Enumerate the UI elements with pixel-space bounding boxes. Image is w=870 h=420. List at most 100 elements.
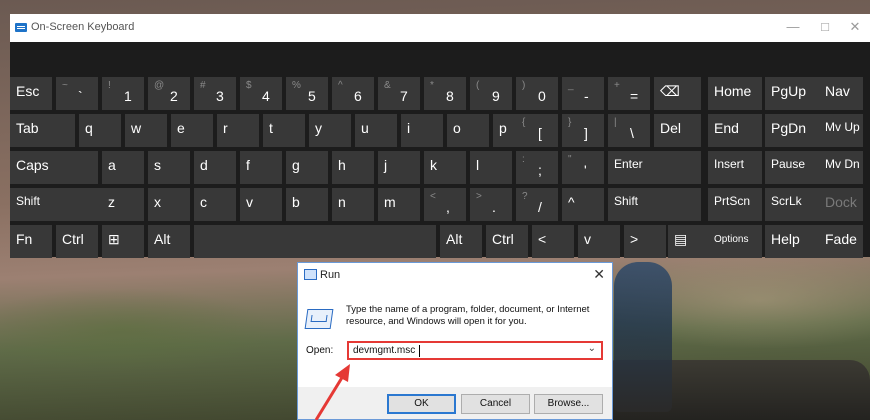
key-prtscn[interactable]: PrtScn <box>708 188 762 221</box>
key-end[interactable]: End <box>708 114 762 147</box>
key-k[interactable]: k <box>424 151 466 184</box>
key-label: Pause <box>771 157 806 171</box>
key-insert[interactable]: Insert <box>708 151 762 184</box>
key-label: 7 <box>400 88 408 104</box>
chevron-down-icon[interactable]: ⌄ <box>588 343 596 354</box>
key-ctrl[interactable]: Ctrl <box>486 225 528 258</box>
key-m[interactable]: m <box>378 188 420 221</box>
key-scrlk[interactable]: ScrLk <box>765 188 819 221</box>
key-4[interactable]: $4 <box>240 77 282 110</box>
key-v[interactable]: v <box>240 188 282 221</box>
key-sym3-11[interactable]: ^ <box>562 188 604 221</box>
key-r[interactable]: r <box>217 114 259 147</box>
run-description: Type the name of a program, folder, docu… <box>346 304 590 327</box>
key-u[interactable]: u <box>355 114 397 147</box>
key-o[interactable]: o <box>447 114 489 147</box>
key-label: End <box>714 120 739 136</box>
key-fade[interactable]: Fade <box>819 225 863 258</box>
key-8[interactable]: * 8 <box>424 77 466 110</box>
key-options[interactable]: Options <box>708 225 762 258</box>
key-sym0-12[interactable]: _ - <box>562 77 604 110</box>
ok-button[interactable]: OK <box>387 394 456 414</box>
key-3[interactable]: #3 <box>194 77 236 110</box>
key-del[interactable]: Del <box>654 114 701 147</box>
key-sym1-11[interactable]: {[ <box>516 114 558 147</box>
key-g[interactable]: g <box>286 151 328 184</box>
key-pgup[interactable]: PgUp <box>765 77 819 110</box>
key-sym4-7[interactable]: < <box>532 225 574 258</box>
key-q[interactable]: q <box>79 114 121 147</box>
key-i[interactable]: i <box>401 114 443 147</box>
key-sym4-9[interactable]: > <box>624 225 666 258</box>
key-0[interactable]: ) 0 <box>516 77 558 110</box>
key-ctrl[interactable]: Ctrl <box>56 225 98 258</box>
key-sym3-10[interactable]: ? / <box>516 188 558 221</box>
key-b[interactable]: b <box>286 188 328 221</box>
key-shift-label: * <box>430 80 434 91</box>
key-f[interactable]: f <box>240 151 282 184</box>
key-label: g <box>292 157 300 173</box>
key-s[interactable]: s <box>148 151 190 184</box>
key-sym1-12[interactable]: }] <box>562 114 604 147</box>
key-label: d <box>200 157 208 173</box>
key-help[interactable]: Help <box>765 225 819 258</box>
key-label: e <box>177 120 185 136</box>
key-nav[interactable]: Nav <box>819 77 863 110</box>
run-dialog: Run ✕ Type the name of a program, folder… <box>297 262 613 420</box>
key-esc[interactable]: Esc <box>10 77 52 110</box>
key-pgdn[interactable]: PgDn <box>765 114 819 147</box>
key-enter[interactable]: Enter <box>608 151 701 184</box>
key-h[interactable]: h <box>332 151 374 184</box>
key-sym0-13[interactable]: + = <box>608 77 650 110</box>
key-w[interactable]: w <box>125 114 167 147</box>
key-e[interactable]: e <box>171 114 213 147</box>
key-dock[interactable]: Dock <box>819 188 863 221</box>
key-label: x <box>154 194 161 210</box>
key-sym3-8[interactable]: <, <box>424 188 466 221</box>
key-tab[interactable]: Tab <box>10 114 75 147</box>
key-space[interactable] <box>194 225 436 258</box>
key-z[interactable]: z <box>102 188 144 221</box>
key-sym0-1[interactable]: ~ ` <box>56 77 98 110</box>
key-sym3-9[interactable]: >. <box>470 188 512 221</box>
close-button[interactable]: ✕ <box>841 18 869 36</box>
key-pause[interactable]: Pause <box>765 151 819 184</box>
key-j[interactable]: j <box>378 151 420 184</box>
key-t[interactable]: t <box>263 114 305 147</box>
key-sym2-10[interactable]: :; <box>516 151 558 184</box>
key-d[interactable]: d <box>194 151 236 184</box>
cancel-button[interactable]: Cancel <box>461 394 530 414</box>
key-shift[interactable]: Shift <box>608 188 701 221</box>
key-mvdn[interactable]: Mv Dn <box>819 151 863 184</box>
key-alt[interactable]: Alt <box>440 225 482 258</box>
key-c[interactable]: c <box>194 188 236 221</box>
key-n[interactable]: n <box>332 188 374 221</box>
key-v[interactable]: v <box>578 225 620 258</box>
key-sym4-2[interactable]: ⊞ <box>102 225 144 258</box>
key-l[interactable]: l <box>470 151 512 184</box>
run-close-button[interactable]: ✕ <box>593 266 605 283</box>
key-2[interactable]: @2 <box>148 77 190 110</box>
keyboard-keys: Esc ~ `! 1 @2 #3 $4% 5 ^ 6 & 7 * 8(9) 0 _ - + = ⌫ Home PgUp Na… <box>10 77 870 258</box>
maximize-button[interactable]: □ <box>811 18 839 36</box>
minimize-button[interactable]: — <box>779 18 807 36</box>
key-a[interactable]: a <box>102 151 144 184</box>
key-home[interactable]: Home <box>708 77 762 110</box>
key-mvup[interactable]: Mv Up <box>819 114 863 147</box>
key-sym4-10[interactable]: ▤ <box>668 225 710 258</box>
key-5[interactable]: % 5 <box>286 77 328 110</box>
key-sym2-11[interactable]: " ' <box>562 151 604 184</box>
key-y[interactable]: y <box>309 114 351 147</box>
key-sym1-13[interactable]: | \ <box>608 114 650 147</box>
key-caps[interactable]: Caps <box>10 151 98 184</box>
key-sym0-14[interactable]: ⌫ <box>654 77 701 110</box>
key-1[interactable]: ! 1 <box>102 77 144 110</box>
key-7[interactable]: & 7 <box>378 77 420 110</box>
key-9[interactable]: (9 <box>470 77 512 110</box>
key-alt[interactable]: Alt <box>148 225 190 258</box>
open-input[interactable]: devmgmt.msc ⌄ <box>347 341 603 360</box>
key-6[interactable]: ^ 6 <box>332 77 374 110</box>
key-x[interactable]: x <box>148 188 190 221</box>
key-fn[interactable]: Fn <box>10 225 52 258</box>
browse-button[interactable]: Browse... <box>534 394 603 414</box>
